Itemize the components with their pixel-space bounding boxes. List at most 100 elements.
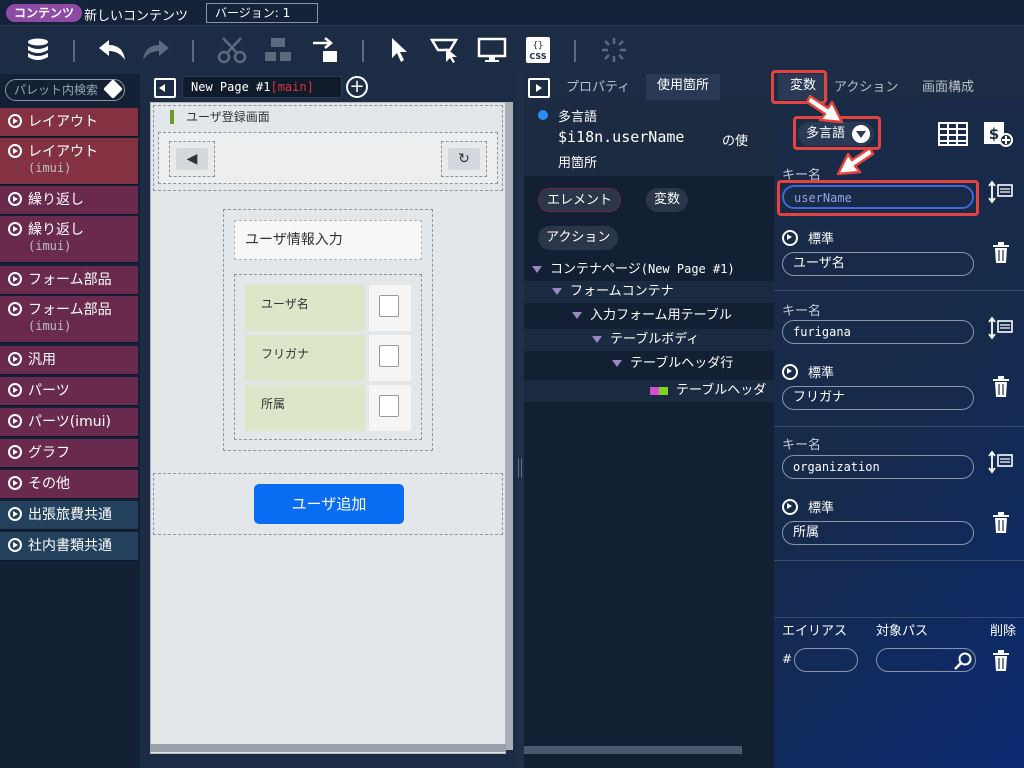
expand-icon bbox=[8, 383, 22, 397]
filter-element[interactable]: エレメント bbox=[538, 188, 622, 212]
collapse-right-panel-icon[interactable] bbox=[528, 78, 550, 98]
value-input[interactable]: ユーザ名 bbox=[782, 252, 974, 276]
table-header: フリガナ bbox=[245, 335, 365, 381]
standard-option[interactable]: 標準 bbox=[782, 228, 834, 247]
checkbox[interactable] bbox=[379, 345, 399, 367]
key-label: キー名 bbox=[782, 304, 822, 319]
palette-item-layout-imui[interactable]: レイアウト (imui) bbox=[0, 138, 138, 185]
table-cell bbox=[369, 285, 411, 331]
copy-structure-icon[interactable] bbox=[262, 34, 294, 66]
preview-monitor-icon[interactable] bbox=[476, 34, 508, 66]
trash-icon[interactable] bbox=[992, 650, 1010, 672]
database-icon[interactable] bbox=[22, 34, 54, 66]
tree-node-table-header-row[interactable]: テーブルヘッダ行 bbox=[612, 353, 733, 375]
tree-node-input-table[interactable]: 入力フォーム用テーブル bbox=[572, 305, 732, 327]
page-tab[interactable]: New Page #1[main] bbox=[182, 76, 342, 98]
palette-item-internal-docs-common[interactable]: 社内書類共通 bbox=[0, 532, 138, 561]
table-header: 所属 bbox=[245, 385, 365, 431]
back-button[interactable]: ◀ bbox=[169, 141, 215, 177]
sort-icon[interactable] bbox=[988, 316, 1014, 340]
marker-icon bbox=[170, 110, 174, 124]
filter-variable[interactable]: 変数 bbox=[646, 188, 689, 212]
move-element-icon[interactable] bbox=[308, 34, 340, 66]
tab-properties[interactable]: プロパティ bbox=[566, 76, 630, 95]
trash-icon[interactable] bbox=[992, 512, 1010, 534]
standard-option[interactable]: 標準 bbox=[782, 362, 834, 381]
arrow-annotation-icon bbox=[836, 146, 874, 176]
element-select-icon[interactable] bbox=[430, 34, 462, 66]
select-pointer-icon[interactable] bbox=[384, 34, 416, 66]
palette-item-travel-common[interactable]: 出張旅費共通 bbox=[0, 501, 138, 530]
add-page-icon[interactable]: + bbox=[346, 76, 368, 98]
trash-icon[interactable] bbox=[992, 242, 1010, 264]
target-path-input[interactable] bbox=[876, 648, 976, 672]
content-badge: コンテンツ bbox=[6, 4, 83, 22]
add-user-button[interactable]: ユーザ追加 bbox=[254, 484, 404, 524]
expand-triangle-icon bbox=[612, 360, 622, 367]
table-view-icon[interactable] bbox=[938, 122, 968, 146]
expand-triangle-icon bbox=[592, 336, 602, 343]
highlight-key-input bbox=[777, 180, 979, 216]
expand-icon bbox=[8, 476, 22, 490]
arrow-left-icon: ◀ bbox=[176, 148, 208, 170]
version-label[interactable]: バージョン: 1 bbox=[206, 3, 318, 23]
undo-icon[interactable] bbox=[96, 34, 128, 66]
checkbox[interactable] bbox=[379, 295, 399, 317]
value-input[interactable]: 所属 bbox=[782, 521, 974, 545]
form-container[interactable]: ユーザ情報入力 ユーザ名 フリガナ 所属 bbox=[223, 209, 433, 451]
palette-item-parts-imui[interactable]: パーツ(imui) bbox=[0, 408, 138, 437]
expand-icon bbox=[8, 538, 22, 552]
screen-title: ユーザ登録画面 bbox=[186, 110, 270, 124]
palette-item-parts[interactable]: パーツ bbox=[0, 377, 138, 406]
palette-item-general[interactable]: 汎用 bbox=[0, 346, 138, 375]
tree-node-container-page[interactable]: コンテナページ(New Page #1) bbox=[532, 258, 735, 280]
tree-node-form-container[interactable]: フォームコンテナ bbox=[552, 281, 674, 303]
key-input[interactable]: organization bbox=[782, 455, 974, 479]
cut-icon[interactable] bbox=[216, 34, 248, 66]
sort-icon[interactable] bbox=[988, 180, 1014, 204]
input-table[interactable]: ユーザ名 フリガナ 所属 bbox=[234, 274, 422, 440]
redo-icon[interactable] bbox=[140, 34, 172, 66]
header-container[interactable]: ユーザ登録画面 ◀ ↻ bbox=[153, 105, 503, 191]
title-bar: コンテンツ 新しいコンテンツ バージョン: 1 bbox=[0, 0, 1024, 26]
checkbox[interactable] bbox=[379, 395, 399, 417]
tab-usage[interactable]: 使用箇所 bbox=[646, 74, 720, 100]
collapse-left-panel-icon[interactable] bbox=[154, 78, 176, 98]
trash-icon[interactable] bbox=[992, 376, 1010, 398]
toolbar: {} CSS bbox=[0, 26, 1024, 74]
css-icon[interactable]: {} CSS bbox=[522, 34, 554, 66]
alias-input[interactable] bbox=[794, 648, 858, 672]
arrow-annotation-icon bbox=[806, 94, 844, 124]
add-variable-icon[interactable]: $ bbox=[982, 120, 1014, 148]
palette-item-repeat-imui[interactable]: 繰り返し (imui) bbox=[0, 216, 138, 263]
sort-icon[interactable] bbox=[988, 450, 1014, 474]
tree-node-table-body[interactable]: テーブルボディ bbox=[592, 329, 699, 351]
palette-item-repeat[interactable]: 繰り返し bbox=[0, 186, 138, 215]
palette-item-graph[interactable]: グラフ bbox=[0, 439, 138, 468]
refresh-button[interactable]: ↻ bbox=[441, 141, 487, 177]
key-input[interactable]: furigana bbox=[782, 320, 974, 344]
standard-option[interactable]: 標準 bbox=[782, 497, 834, 516]
svg-text:$: $ bbox=[989, 125, 999, 143]
table-cell bbox=[369, 385, 411, 431]
tree-node-table-header[interactable]: テーブルヘッダ bbox=[650, 380, 766, 402]
value-input[interactable]: フリガナ bbox=[782, 386, 974, 410]
content-title: 新しいコンテンツ bbox=[84, 9, 189, 24]
loading-spinner-icon bbox=[598, 34, 630, 66]
palette-item-form-parts-imui[interactable]: フォーム部品 (imui) bbox=[0, 296, 138, 343]
target-path-header: 対象パス bbox=[876, 624, 929, 639]
search-icon[interactable] bbox=[953, 651, 973, 671]
splitter-handle[interactable] bbox=[516, 74, 524, 768]
palette-item-form-parts[interactable]: フォーム部品 bbox=[0, 266, 138, 295]
canvas-vertical-scrollbar[interactable] bbox=[505, 102, 513, 750]
usage-expression: $i18n.userName bbox=[558, 128, 685, 146]
palette-item-layout[interactable]: レイアウト bbox=[0, 108, 138, 137]
expand-triangle-icon bbox=[532, 266, 542, 273]
canvas-horizontal-scrollbar[interactable] bbox=[150, 744, 506, 752]
expand-icon bbox=[8, 192, 22, 206]
palette-item-other[interactable]: その他 bbox=[0, 470, 138, 499]
filter-action[interactable]: アクション bbox=[538, 226, 619, 250]
tab-screen-structure[interactable]: 画面構成 bbox=[922, 76, 974, 95]
tree-horizontal-scrollbar[interactable] bbox=[524, 746, 742, 754]
play-icon bbox=[782, 229, 798, 246]
